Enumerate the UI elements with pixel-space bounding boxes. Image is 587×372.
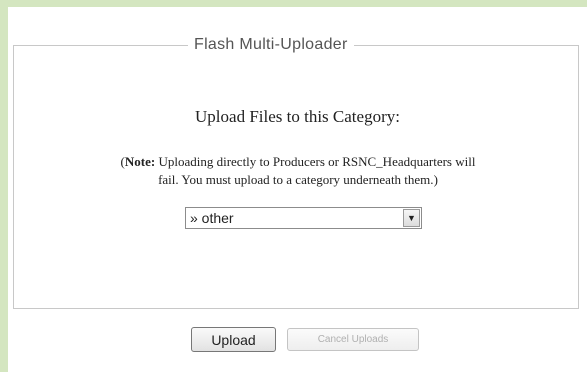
category-select-value: » other <box>190 210 234 226</box>
upload-heading: Upload Files to this Category: <box>195 107 400 126</box>
note-text-line2: fail. You must upload to a category unde… <box>158 172 434 187</box>
cancel-uploads-button[interactable]: Cancel Uploads <box>287 328 419 351</box>
note-text-line1: Uploading directly to Producers or RSNC_… <box>155 154 476 169</box>
upload-note: (Note: Uploading directly to Producers o… <box>28 153 568 189</box>
uploader-legend: Flash Multi-Uploader <box>188 35 354 55</box>
note-label: Note: <box>124 154 156 169</box>
note-close-paren: ) <box>433 172 438 187</box>
chevron-down-icon[interactable]: ▼ <box>403 209 420 227</box>
uploader-panel: Flash Multi-Uploader Upload Files to thi… <box>8 7 587 372</box>
category-select[interactable]: » other ▼ <box>185 207 422 229</box>
upload-button[interactable]: Upload <box>191 327 276 352</box>
